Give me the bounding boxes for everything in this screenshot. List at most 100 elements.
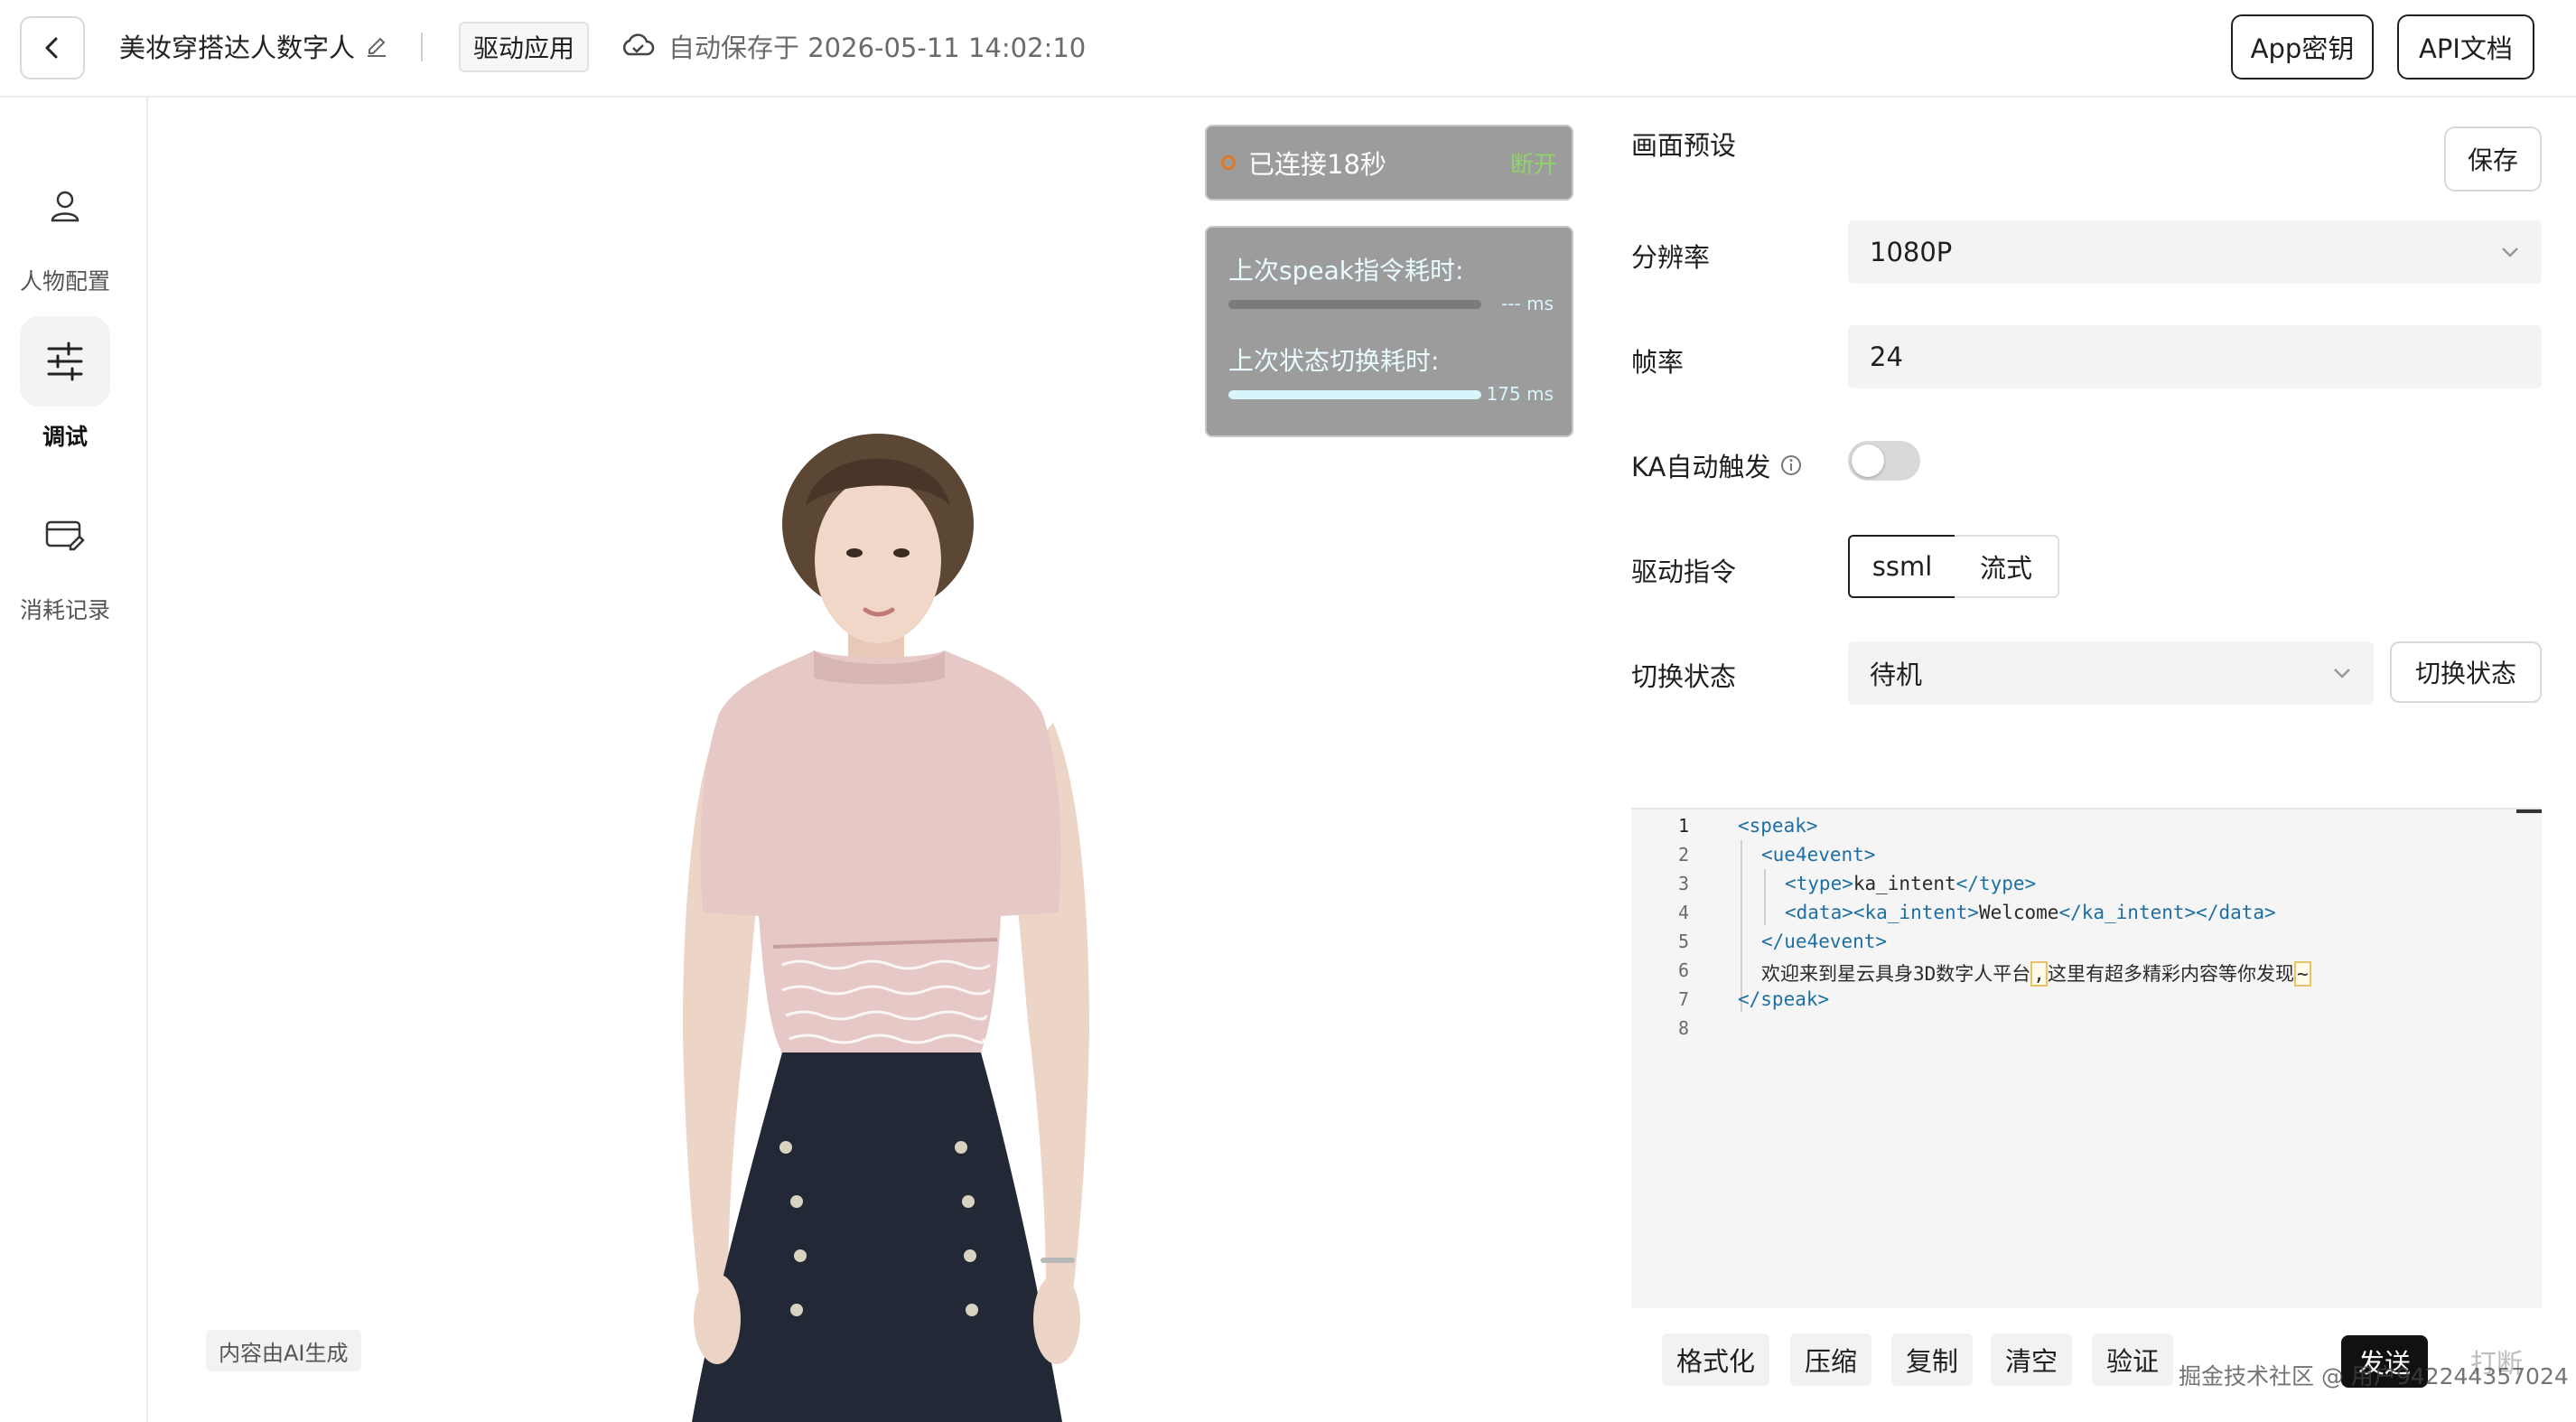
code-line: 6 [1631,956,1689,985]
format-button[interactable]: 格式化 [1662,1333,1770,1386]
speak-latency-label: 上次speak指令耗时: [1228,256,1464,285]
state-select[interactable]: 待机 [1848,641,2374,705]
preset-label: 画面预设 [1631,130,1737,161]
command-option-ssml[interactable]: ssml [1848,535,1956,598]
command-label: 驱动指令 [1631,557,1737,587]
code-token: Welcome [1978,902,2059,923]
info-icon[interactable] [1779,454,1803,477]
code-token: <type> [1785,873,1853,894]
code-token: </type> [1955,873,2037,894]
sidebar-icon-wrap [20,161,110,251]
sliders-icon [47,341,83,381]
sidebar-item-label: 调试 [42,424,88,450]
sidebar-icon-wrap [20,490,110,580]
indent-guide [1764,869,1766,925]
command-option-stream[interactable]: 流式 [1955,535,2059,598]
code-line: 2 [1631,840,1689,869]
connection-status-card: 已连接18秒 断开 [1205,125,1573,201]
code-text: </speak> [1738,988,1829,1010]
code-line: 3 [1631,869,1689,898]
code-token: ka_intent [1853,873,1956,894]
ssml-code-editor[interactable]: 1 2 3 4 5 6 7 8 <speak> <ue4event> <type… [1631,808,2542,1308]
code-token: </ka_intent></data> [2058,902,2276,923]
code-text: 欢迎来到星云具身3D数字人平台, 这里有超多精彩内容等你发现 ~ [1761,959,2311,987]
resolution-label: 分辨率 [1631,242,1711,273]
app-title-group: 美妆穿搭达人数字人 [119,27,389,65]
code-token: 欢迎来到星云具身3D数字人平台 [1761,963,2031,985]
code-line: 1 [1631,811,1689,840]
sidebar: 人物配置 调试 消耗记录 [0,98,148,1422]
code-token: <speak> [1738,815,1818,837]
code-text: <speak> [1738,815,1818,837]
status-dot-icon [1221,155,1236,170]
edit-icon[interactable] [364,33,389,59]
sidebar-item-debug[interactable]: 调试 [0,316,130,452]
save-button[interactable]: 保存 [2444,126,2542,192]
app-type-tag: 驱动应用 [459,22,590,72]
resolution-select[interactable]: 1080P [1848,220,2542,284]
line-number: 2 [1677,844,1689,865]
sidebar-item-character[interactable]: 人物配置 [0,161,130,296]
state-label: 切换状态 [1631,661,1737,692]
code-warning-token: ~ [2293,961,2311,987]
code-token: 这里有超多精彩内容等你发现 [2047,963,2294,985]
connection-status-text: 已连接18秒 [1248,149,1386,180]
header-divider [421,33,423,61]
disconnect-button[interactable]: 断开 [1510,146,1557,180]
fps-input[interactable]: 24 [1848,325,2542,388]
back-button[interactable] [20,16,85,80]
chevron-left-icon [45,37,58,59]
code-line: 7 [1631,985,1689,1014]
app-title: 美妆穿搭达人数字人 [119,33,356,63]
top-bar: 美妆穿搭达人数字人 驱动应用 自动保存于 2026-05-11 14:02:10… [0,0,2576,98]
line-number: 3 [1677,873,1689,894]
compress-button[interactable]: 压缩 [1790,1333,1872,1386]
card-edit-icon [45,520,85,551]
cloud-icon [623,33,655,56]
line-number: 8 [1677,1017,1689,1039]
watermark: 掘金技术社区 @ 用户942244357024 [2179,1363,2569,1389]
line-number: 5 [1677,931,1689,952]
ka-auto-trigger-label: KA自动触发 [1631,446,1803,484]
sidebar-item-label: 人物配置 [19,268,110,295]
ka-auto-trigger-toggle[interactable] [1848,441,1920,481]
sidebar-item-label: 消耗记录 [19,597,110,623]
line-number: 4 [1677,902,1689,923]
latency-card: 上次speak指令耗时: --- ms 上次状态切换耗时: 175 ms [1205,226,1573,437]
switch-state-button[interactable]: 切换状态 [2390,641,2542,703]
fps-label: 帧率 [1631,347,1685,378]
line-number: 1 [1677,815,1689,837]
code-text: <data><ka_intent>Welcome</ka_intent></da… [1785,902,2276,923]
editor-scroll-marker[interactable] [2516,809,2542,813]
code-line: 4 [1631,898,1689,927]
code-text: <type>ka_intent</type> [1785,873,2036,894]
state-latency-value: 175 ms [1486,383,1554,405]
copy-button[interactable]: 复制 [1891,1333,1974,1386]
autosave-text: 自动保存于 2026-05-11 14:02:10 [668,33,1087,63]
validate-button[interactable]: 验证 [2092,1333,2174,1386]
ai-generated-label: 内容由AI生成 [206,1330,361,1371]
state-value: 待机 [1870,660,1923,690]
sidebar-icon-wrap [20,316,110,407]
code-line: 5 [1631,927,1689,956]
code-token: </ue4event> [1761,931,1888,952]
clear-button[interactable]: 清空 [1991,1333,2073,1386]
ka-auto-trigger-text: KA自动触发 [1631,452,1771,482]
line-number: 6 [1677,959,1689,981]
chevron-down-icon [2502,248,2518,257]
line-number: 7 [1677,988,1689,1010]
speak-latency-value: --- ms [1501,293,1554,314]
state-latency-label: 上次状态切换耗时: [1228,346,1440,376]
code-warning-token: , [2030,961,2048,987]
autosave-status: 自动保存于 2026-05-11 14:02:10 [620,27,1086,65]
speak-latency-bar [1228,300,1481,309]
toggle-knob [1852,444,1884,477]
code-text: <ue4event> [1761,844,1875,865]
sidebar-item-usage[interactable]: 消耗记录 [0,490,130,625]
code-text: </ue4event> [1761,931,1887,952]
code-token: <ue4event> [1761,844,1876,865]
code-token: </speak> [1738,988,1830,1010]
api-doc-button[interactable]: API文档 [2397,14,2534,80]
app-key-button[interactable]: App密钥 [2231,14,2374,80]
state-latency-fill [1228,390,1481,399]
